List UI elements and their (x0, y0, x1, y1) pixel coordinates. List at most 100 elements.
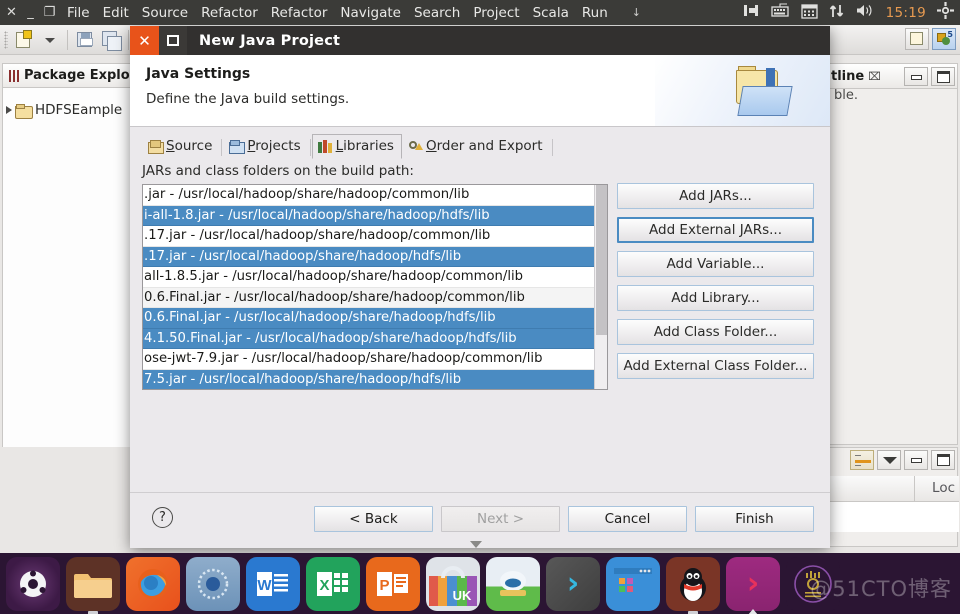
menu-item-source[interactable]: Source (142, 5, 188, 21)
gear-icon[interactable] (937, 2, 954, 23)
list-item[interactable]: .17.jar - /usr/local/hadoop/share/hadoop… (143, 246, 607, 267)
menu-item-scala[interactable]: Scala (533, 5, 569, 21)
ubuntu-dash-icon[interactable] (6, 556, 60, 611)
cancel-button[interactable]: Cancel (568, 506, 687, 532)
wps-robot-icon[interactable] (486, 556, 540, 611)
maximize-icon[interactable] (931, 67, 955, 86)
menu-item-refactor-2[interactable]: Refactor (271, 5, 328, 21)
qq-icon[interactable] (666, 556, 720, 611)
save-all-icon[interactable] (100, 29, 122, 51)
list-item[interactable]: 0.6.Final.jar - /usr/local/hadoop/share/… (143, 287, 607, 308)
window-maximize-button[interactable]: ❐ (42, 5, 57, 20)
menu-item-refactor[interactable]: Refactor (201, 5, 258, 21)
toolbar-separator-2 (128, 29, 129, 50)
tab-outline[interactable]: tline ⌧ (827, 64, 957, 89)
jar-list[interactable]: .jar - /usr/local/hadoop/share/hadoop/co… (142, 184, 608, 390)
list-scrollbar[interactable] (594, 185, 607, 389)
new-icon[interactable] (13, 29, 35, 51)
menu-item-file[interactable]: File (67, 5, 90, 21)
window-minimize-button[interactable]: _ (23, 5, 38, 20)
tree-item-project[interactable]: HDFSEample (3, 102, 137, 119)
add-variable-button[interactable]: Add Variable... (617, 251, 814, 277)
list-item[interactable]: .17.jar - /usr/local/hadoop/share/hadoop… (143, 226, 607, 247)
terminal-chevron-icon: › (566, 565, 580, 601)
tab-order-mnemonic: O (425, 138, 437, 154)
tab-order-and-export[interactable]: Order and Export (402, 134, 551, 159)
perspective-switcher: 5 (905, 28, 956, 50)
red-chevron-icon: › (746, 565, 760, 601)
app-grid-icon[interactable] (606, 556, 660, 611)
menu-item-project[interactable]: Project (473, 5, 519, 21)
system-tray: 15:19 (743, 0, 954, 25)
uk-shop-icon[interactable]: UK (426, 556, 480, 611)
tab-projects-label: rojects (255, 138, 301, 154)
add-library-button[interactable]: Add Library... (617, 285, 814, 311)
window-close-button[interactable]: ✕ (4, 5, 19, 20)
tab-projects[interactable]: Projects (223, 134, 308, 159)
add-jars-button[interactable]: Add JARs... (617, 183, 814, 209)
back-button[interactable]: < Back (314, 506, 433, 532)
excel-icon[interactable]: X (306, 556, 360, 611)
volume-icon[interactable] (855, 3, 875, 22)
minimize-icon[interactable] (904, 67, 928, 86)
add-external-class-folder-button[interactable]: Add External Class Folder... (617, 353, 814, 379)
scrollbar-thumb[interactable] (596, 185, 607, 335)
tab-package-explorer[interactable]: Package Explor (3, 64, 137, 88)
next-button: Next > (441, 506, 560, 532)
finish-button[interactable]: Finish (695, 506, 814, 532)
menu-item-run[interactable]: Run (582, 5, 608, 21)
project-folder-icon (15, 103, 33, 119)
column-header-location[interactable]: Loc (932, 480, 955, 496)
menu-overflow-icon[interactable]: ↓ (632, 6, 641, 19)
minimize-icon[interactable] (904, 450, 928, 470)
help-button[interactable]: ? (152, 507, 173, 528)
network-icon[interactable] (829, 3, 844, 23)
terminal-icon[interactable]: › (546, 556, 600, 611)
list-item[interactable]: all-1.8.5.jar - /usr/local/hadoop/share/… (143, 267, 607, 288)
svg-text:X: X (319, 577, 329, 594)
list-item[interactable]: ose-jwt-7.9.jar - /usr/local/hadoop/shar… (143, 349, 607, 370)
jar-action-buttons: Add JARs... Add External JARs... Add Var… (617, 183, 817, 387)
files-icon[interactable] (66, 556, 120, 611)
new-perspective-icon[interactable] (905, 28, 929, 50)
keyboard-icon[interactable] (770, 3, 790, 22)
close-icon[interactable]: ⌧ (868, 70, 881, 83)
maximize-icon[interactable] (931, 450, 955, 470)
watermark: @51CTO博客 (810, 577, 952, 601)
list-item[interactable]: i-all-1.8.jar - /usr/local/hadoop/share/… (143, 205, 607, 226)
layout-icon[interactable] (743, 3, 760, 22)
calendar-icon[interactable] (800, 3, 818, 23)
tree-item-label: HDFSEample (35, 102, 123, 118)
menu-item-navigate[interactable]: Navigate (340, 5, 401, 21)
java-perspective-icon[interactable]: 5 (932, 28, 956, 50)
red-terminal-icon[interactable]: › (726, 556, 780, 611)
tab-source[interactable]: Source (142, 134, 220, 159)
dialog-maximize-button[interactable] (159, 26, 187, 55)
list-item[interactable]: 4.1.50.Final.jar - /usr/local/hadoop/sha… (143, 328, 607, 349)
word-icon[interactable]: W (246, 556, 300, 611)
tray-clock[interactable]: 15:19 (886, 5, 926, 21)
menu-item-edit[interactable]: Edit (103, 5, 129, 21)
powerpoint-icon[interactable]: P (366, 556, 420, 611)
add-class-folder-button[interactable]: Add Class Folder... (617, 319, 814, 345)
chevron-right-icon[interactable] (6, 106, 12, 114)
list-item[interactable]: 7.5.jar - /usr/local/hadoop/share/hadoop… (143, 369, 607, 389)
dialog-title-bar: ✕ New Java Project (130, 26, 830, 55)
menu-item-search[interactable]: Search (414, 5, 460, 21)
svg-text:W: W (257, 577, 272, 594)
chromium-icon[interactable] (186, 556, 240, 611)
view-menu-icon[interactable] (877, 450, 901, 470)
tab-libraries[interactable]: Libraries (311, 134, 402, 159)
dialog-close-button[interactable]: ✕ (130, 26, 159, 55)
toolbar-separator (67, 29, 68, 50)
toolbar-grip[interactable] (4, 30, 8, 49)
new-dropdown-icon[interactable] (39, 29, 61, 51)
list-item[interactable]: .jar - /usr/local/hadoop/share/hadoop/co… (143, 185, 607, 206)
save-icon[interactable] (74, 29, 96, 51)
filter-icon[interactable] (850, 450, 874, 470)
add-external-jars-button[interactable]: Add External JARs... (617, 217, 814, 243)
firefox-icon[interactable] (126, 556, 180, 611)
list-item[interactable]: 0.6.Final.jar - /usr/local/hadoop/share/… (143, 308, 607, 329)
dialog-footer: ? < Back Next > Cancel Finish (130, 493, 830, 548)
problems-view-toolbar (850, 450, 955, 470)
